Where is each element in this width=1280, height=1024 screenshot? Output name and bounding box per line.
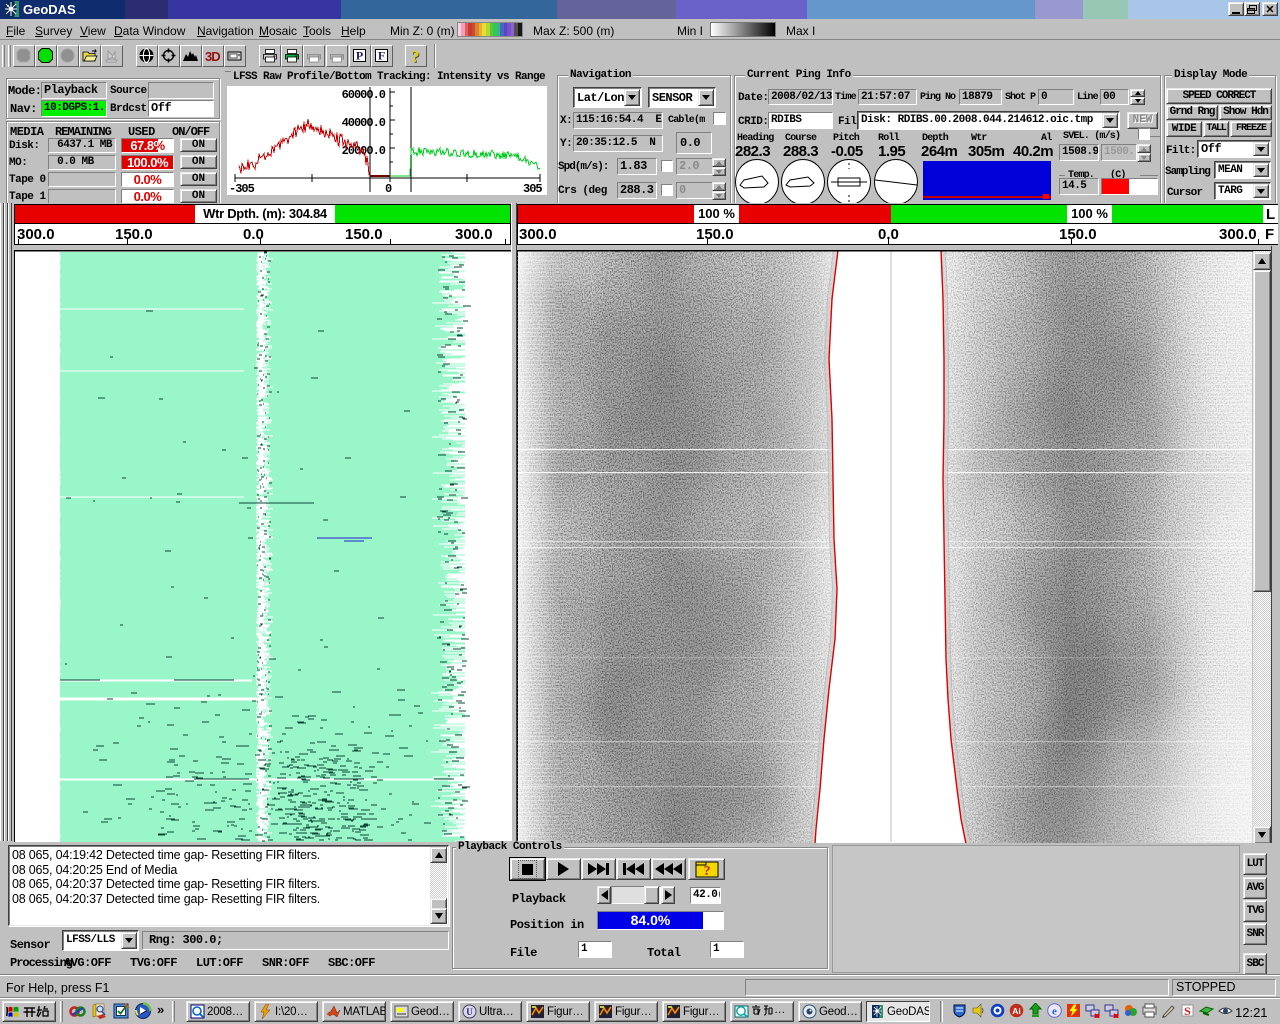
- svg-text:305: 305: [523, 182, 542, 195]
- svg-text:Ai: Ai: [1012, 1006, 1021, 1016]
- svg-text:60000.0: 60000.0: [342, 88, 386, 102]
- svg-text:40000.0: 40000.0: [342, 116, 386, 130]
- svg-text:U: U: [466, 1007, 473, 1017]
- svg-text:?: ?: [703, 864, 710, 878]
- svg-text:e: e: [1052, 1006, 1057, 1018]
- svg-text:-305: -305: [229, 182, 255, 195]
- svg-text:S: S: [1184, 1004, 1191, 1018]
- svg-text:P: P: [356, 49, 363, 63]
- svg-text:F: F: [378, 49, 385, 63]
- svg-text:0: 0: [385, 182, 392, 195]
